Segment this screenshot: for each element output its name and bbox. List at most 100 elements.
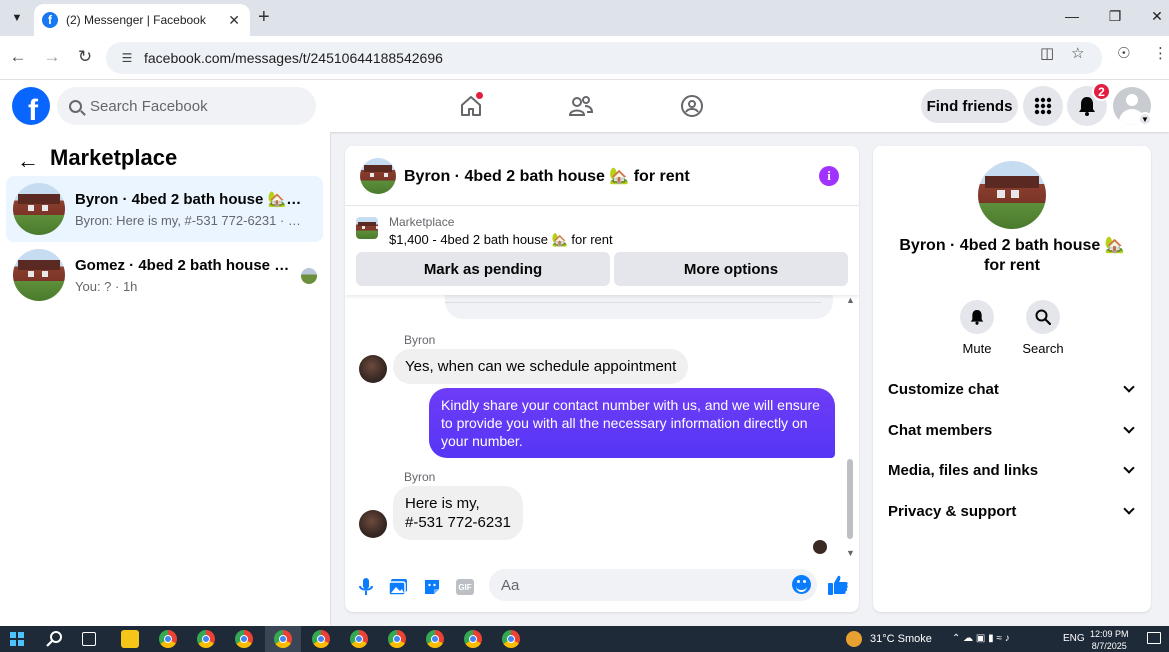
- gif-icon[interactable]: GIF: [454, 576, 476, 598]
- chrome-icon[interactable]: [159, 630, 177, 648]
- search-box[interactable]: [57, 87, 316, 125]
- chrome-icon[interactable]: [350, 630, 368, 648]
- media-files-links-row[interactable]: Media, files and links: [881, 451, 1143, 489]
- language-indicator[interactable]: ENG: [1063, 633, 1085, 644]
- bell-icon[interactable]: [960, 300, 994, 334]
- home-nav-button[interactable]: [451, 90, 491, 122]
- thumbs-up-icon[interactable]: [827, 574, 849, 596]
- chrome-icon[interactable]: [502, 630, 520, 648]
- browser-tab-strip: ▼ f (2) Messenger | Facebook ✕ + — ❐ ✕: [0, 0, 1169, 36]
- sticker-icon[interactable]: [421, 576, 443, 598]
- section-label: Chat members: [888, 421, 993, 439]
- chrome-icon[interactable]: [235, 630, 253, 648]
- task-view-icon[interactable]: [82, 632, 96, 646]
- notification-center-icon[interactable]: [1147, 632, 1161, 644]
- bell-icon: [1079, 97, 1095, 116]
- new-tab-button[interactable]: +: [258, 6, 270, 29]
- chevron-down-icon: [1123, 462, 1135, 474]
- scroll-up-arrow-icon[interactable]: ▲: [846, 295, 855, 305]
- chrome-icon[interactable]: [197, 630, 215, 648]
- chrome-icon[interactable]: [274, 630, 292, 648]
- clock[interactable]: 12:09 PM 8/7/2025: [1090, 628, 1129, 652]
- chat-listing-avatar[interactable]: [360, 157, 396, 194]
- close-window-button[interactable]: ✕: [1147, 8, 1167, 25]
- conversation-item-gomez[interactable]: Gomez · 4bed 2 bath house 🏡 f... You: ? …: [6, 242, 323, 308]
- scrollbar-thumb[interactable]: [847, 459, 853, 539]
- sender-avatar[interactable]: [359, 355, 387, 383]
- listing-thumbnail: [13, 249, 65, 301]
- system-tray-icons[interactable]: ⌃ ☁ ▣ ▮ ≈ ♪: [952, 633, 1010, 644]
- gif-label: GIF: [456, 579, 474, 595]
- customize-chat-row[interactable]: Customize chat: [881, 370, 1143, 408]
- back-arrow-icon[interactable]: ←: [17, 148, 39, 174]
- chrome-icon[interactable]: [426, 630, 444, 648]
- site-info-icon[interactable]: ☰: [116, 51, 138, 65]
- friends-nav-button[interactable]: [561, 90, 601, 122]
- facebook-logo-icon[interactable]: f: [12, 87, 50, 125]
- microphone-icon[interactable]: [355, 576, 377, 598]
- chrome-icon[interactable]: [464, 630, 482, 648]
- weather-icon[interactable]: [846, 631, 862, 647]
- conversation-avatar[interactable]: [978, 161, 1046, 229]
- mark-as-pending-button[interactable]: Mark as pending: [356, 252, 610, 286]
- chat-title[interactable]: Byron · 4bed 2 bath house 🏡 for rent: [404, 166, 690, 186]
- tab-close-icon[interactable]: ✕: [228, 12, 240, 29]
- info-icon[interactable]: i: [819, 166, 839, 186]
- message-line: Here is my,: [405, 495, 480, 512]
- listing-price[interactable]: $1,400 - 4bed 2 bath house 🏡 for rent: [389, 232, 613, 248]
- listing-thumbnail: [13, 183, 65, 235]
- marketplace-listing-card: Marketplace $1,400 - 4bed 2 bath house 🏡…: [345, 207, 859, 295]
- sender-name: Byron: [404, 333, 436, 347]
- reload-button[interactable]: ↻: [75, 47, 95, 67]
- chevron-down-icon: [1123, 422, 1135, 434]
- chevron-down-icon[interactable]: ▼: [1138, 112, 1152, 126]
- clock-time: 12:09 PM: [1090, 629, 1129, 639]
- photo-icon[interactable]: [387, 576, 409, 598]
- sticky-notes-icon[interactable]: [121, 630, 139, 648]
- omnibox[interactable]: ☰ facebook.com/messages/t/24510644188542…: [106, 42, 1102, 74]
- taskbar-search-icon[interactable]: [46, 630, 64, 652]
- section-label: Customize chat: [888, 380, 999, 398]
- browser-tab[interactable]: f (2) Messenger | Facebook ✕: [34, 4, 250, 36]
- minimize-button[interactable]: —: [1062, 8, 1082, 24]
- conversation-item-byron[interactable]: Byron · 4bed 2 bath house 🏡 for r... Byr…: [6, 176, 323, 242]
- listing-thumbnail[interactable]: [356, 217, 378, 239]
- install-app-icon[interactable]: ◫: [1040, 44, 1054, 62]
- chrome-icon[interactable]: [388, 630, 406, 648]
- back-button[interactable]: ←: [8, 47, 28, 67]
- menu-button[interactable]: [1023, 86, 1063, 126]
- chat-members-row[interactable]: Chat members: [881, 411, 1143, 449]
- restore-button[interactable]: ❐: [1105, 8, 1125, 25]
- notifications-button[interactable]: 2: [1067, 82, 1111, 126]
- bookmark-star-icon[interactable]: ☆: [1071, 44, 1084, 62]
- forward-button[interactable]: →: [42, 47, 62, 67]
- find-friends-button[interactable]: Find friends: [921, 89, 1018, 123]
- search-input[interactable]: [90, 97, 290, 115]
- section-label: Media, files and links: [888, 461, 1039, 479]
- more-options-button[interactable]: More options: [614, 252, 848, 286]
- weather-text[interactable]: 31°C Smoke: [870, 633, 932, 645]
- clock-date: 8/7/2025: [1091, 641, 1127, 651]
- url-text: facebook.com/messages/t/2451064418854269…: [144, 50, 443, 66]
- windows-start-icon[interactable]: [10, 632, 24, 646]
- profile-icon[interactable]: ☉: [1117, 44, 1130, 62]
- search-action[interactable]: Search: [1013, 300, 1073, 356]
- search-icon[interactable]: [1026, 300, 1060, 334]
- emoji-icon[interactable]: [792, 575, 811, 594]
- message-input[interactable]: [489, 569, 817, 601]
- tab-search-button[interactable]: ▼: [6, 7, 28, 29]
- facebook-favicon-icon: f: [42, 12, 58, 28]
- facebook-header: f Find friends 2 ▼: [0, 80, 1169, 132]
- mute-action[interactable]: Mute: [947, 300, 1007, 356]
- chrome-icon[interactable]: [312, 630, 330, 648]
- browser-menu-icon[interactable]: ⋮: [1153, 44, 1168, 62]
- privacy-support-row[interactable]: Privacy & support: [881, 492, 1143, 530]
- listing-label: Marketplace: [389, 215, 455, 229]
- thread-scrollbar[interactable]: ▲ ▼: [845, 295, 855, 558]
- scroll-down-arrow-icon[interactable]: ▼: [846, 548, 855, 558]
- mute-label: Mute: [962, 341, 992, 356]
- sender-avatar[interactable]: [359, 510, 387, 538]
- read-receipt-avatar: [301, 268, 317, 284]
- message-composer: GIF: [345, 564, 859, 612]
- groups-nav-button[interactable]: [672, 90, 712, 122]
